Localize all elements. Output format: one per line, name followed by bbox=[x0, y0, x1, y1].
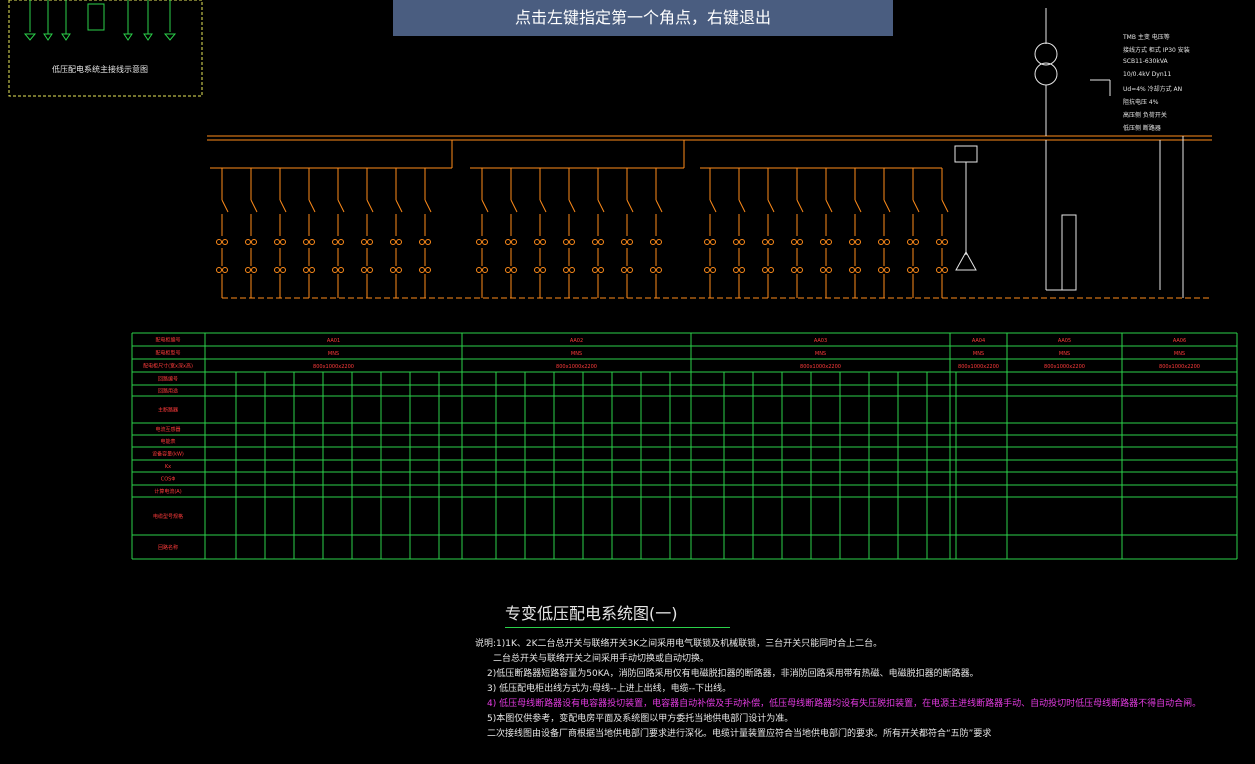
cabinet-type-label: MNS bbox=[571, 351, 582, 357]
note-4: 4) 低压母线断路器设有电容器投切装置，电容器自动补偿及手动补偿，低压母线断路器… bbox=[487, 699, 1202, 709]
feeder-branch bbox=[390, 168, 403, 298]
feeder-branch bbox=[274, 168, 287, 298]
transformer-note: TMB 主变 电压等 bbox=[1123, 34, 1170, 41]
cabinet-group-label: AA05 bbox=[1058, 338, 1071, 344]
transformer-note: 接线方式 柜式 IP30 安装 bbox=[1123, 47, 1190, 54]
feeder-branch bbox=[936, 168, 949, 298]
feeder-branch bbox=[849, 168, 862, 298]
cabinet-size-label: 800x1000x2200 bbox=[556, 364, 597, 370]
feeder-branch bbox=[907, 168, 920, 298]
feeder-branch bbox=[361, 168, 374, 298]
feeder-branch bbox=[563, 168, 576, 298]
cabinet-group-label: AA03 bbox=[814, 338, 827, 344]
table-header-label: 电缆型号规格 bbox=[153, 513, 183, 520]
distribution-table: 配电柜编号配电柜型号配电柜尺寸(宽x深x高) 回路编号回路用途主断路器电流互感器电… bbox=[131, 332, 1238, 560]
feeder-branch bbox=[245, 168, 258, 298]
table-header-label: 回路编号 bbox=[158, 376, 178, 383]
table-header-label: 电流互感器 bbox=[155, 426, 180, 433]
transformer-note: SCB11-630kVA bbox=[1123, 58, 1168, 65]
feeder-branch bbox=[878, 168, 891, 298]
table-header-label: 设备容量(kW) bbox=[152, 451, 184, 458]
transformer-note: Ud=4% 冷却方式 AN bbox=[1123, 86, 1183, 93]
table-header-label: 回路用途 bbox=[158, 388, 178, 395]
note-1b: 二台总开关与联络开关之间采用手动切换或自动切换。 bbox=[493, 654, 710, 664]
note-5: 5)本图仅供参考，变配电房平面及系统图以甲方委托当地供电部门设计为准。 bbox=[487, 714, 794, 724]
transformer-note: 阻抗电压 4% bbox=[1123, 99, 1159, 106]
feeder-branch bbox=[419, 168, 432, 298]
legend-box-label: 低压配电系统主接线示意图 bbox=[52, 65, 148, 74]
legend-box bbox=[8, 0, 203, 97]
cabinet-size-label: 800x1000x2200 bbox=[800, 364, 841, 370]
cabinet-size-label: 800x1000x2200 bbox=[1044, 364, 1085, 370]
table-header-label: COSΦ bbox=[161, 477, 176, 483]
table-header-label: 回路名称 bbox=[158, 544, 178, 551]
transformer-note: 低压侧 断路器 bbox=[1123, 125, 1161, 132]
table-header-label: 计算电流(A) bbox=[154, 488, 181, 495]
table-header-label: 配电柜型号 bbox=[155, 350, 180, 357]
table-header-label: Kx bbox=[165, 464, 171, 470]
cabinet-size-label: 800x1000x2200 bbox=[313, 364, 354, 370]
feeder-branch bbox=[733, 168, 746, 298]
feeder-branch bbox=[650, 168, 663, 298]
cabinet-group-label: AA02 bbox=[570, 338, 583, 344]
feeder-branch bbox=[621, 168, 634, 298]
transformer-note: 10/0.4kV Dyn11 bbox=[1123, 71, 1172, 78]
table-header-label: 电能表 bbox=[160, 438, 175, 445]
cabinet-size-label: 800x1000x2200 bbox=[958, 364, 999, 370]
feeder-branch bbox=[534, 168, 547, 298]
feeder-circuits bbox=[216, 168, 949, 298]
note-3: 3) 低压配电柜出线方式为:母线--上进上出线，电缆--下出线。 bbox=[487, 684, 732, 694]
feeder-branch bbox=[704, 168, 717, 298]
drawing-title: 专变低压配电系统图(一) bbox=[505, 604, 678, 623]
drawing-notes: 说明:1)1K、2K二台总开关与联络开关3K之间采用电气联锁及机械联锁，三台开关… bbox=[475, 637, 1235, 742]
feeder-branch bbox=[592, 168, 605, 298]
cabinet-type-label: MNS bbox=[1059, 351, 1070, 357]
command-prompt-tooltip: 点击左键指定第一个角点，右键退出 bbox=[393, 0, 893, 36]
table-header-label: 主断路器 bbox=[158, 407, 178, 414]
cabinet-group-label: AA01 bbox=[327, 338, 340, 344]
cabinet-type-label: MNS bbox=[1174, 351, 1185, 357]
feeder-branch bbox=[332, 168, 345, 298]
feeder-branch bbox=[303, 168, 316, 298]
feeder-branch bbox=[216, 168, 229, 298]
cabinet-group-label: AA04 bbox=[972, 338, 985, 344]
note-1: 说明:1)1K、2K二台总开关与联络开关3K之间采用电气联锁及机械联锁，三台开关… bbox=[475, 639, 883, 649]
feeder-branch bbox=[476, 168, 489, 298]
note-5b: 二次接线图由设备厂商根据当地供电部门要求进行深化。电缆计量装置应符合当地供电部门… bbox=[487, 729, 992, 739]
table-header-label: 配电柜尺寸(宽x深x高) bbox=[143, 363, 193, 370]
table-header-label: 配电柜编号 bbox=[155, 337, 180, 344]
cabinet-group-label: AA06 bbox=[1173, 338, 1186, 344]
cabinet-type-label: MNS bbox=[815, 351, 826, 357]
feeder-branch bbox=[791, 168, 804, 298]
transformer-note: 高压侧 负荷开关 bbox=[1123, 112, 1167, 119]
feeder-branch bbox=[820, 168, 833, 298]
incoming-cabinet bbox=[954, 136, 1184, 298]
cabinet-type-label: MNS bbox=[328, 351, 339, 357]
feeder-branch bbox=[762, 168, 775, 298]
feeder-branch bbox=[505, 168, 518, 298]
transformer-symbol bbox=[1034, 8, 1111, 136]
title-underline bbox=[505, 627, 730, 628]
cabinet-type-label: MNS bbox=[973, 351, 984, 357]
cabinet-size-label: 800x1000x2200 bbox=[1159, 364, 1200, 370]
note-2: 2)低压断路器短路容量为50KA，消防回路采用仅有电磁脱扣器的断路器，非消防回路… bbox=[487, 669, 979, 679]
